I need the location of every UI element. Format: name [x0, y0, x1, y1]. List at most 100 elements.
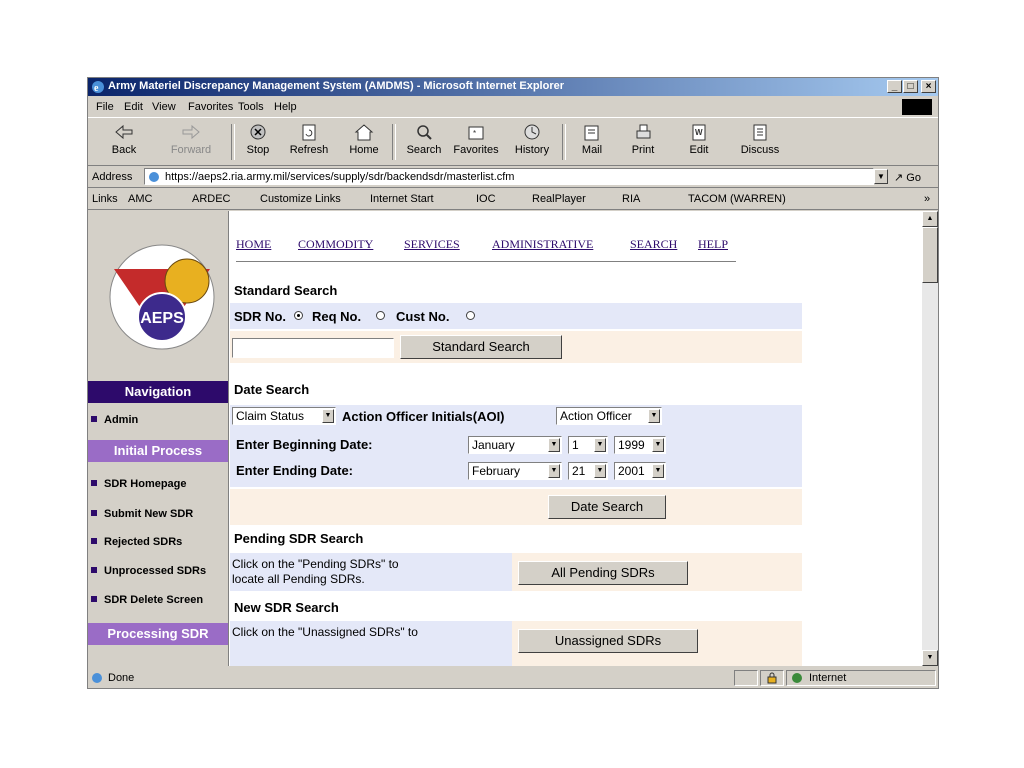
- browser-window: e Army Materiel Discrepancy Management S…: [87, 77, 939, 689]
- date-search-button[interactable]: Date Search: [548, 495, 666, 519]
- pending-search-title: Pending SDR Search: [234, 531, 364, 546]
- all-pending-sdrs-button[interactable]: All Pending SDRs: [518, 561, 688, 585]
- left-navigation-panel: AEPS Navigation Admin Initial Process SD…: [88, 211, 229, 666]
- back-button[interactable]: Back: [106, 122, 142, 156]
- radio-sdr-no[interactable]: [294, 311, 303, 320]
- topnav-help[interactable]: HELP: [698, 237, 728, 252]
- refresh-button[interactable]: Refresh: [286, 122, 332, 156]
- history-button[interactable]: History: [512, 122, 552, 156]
- back-arrow-icon: [115, 124, 133, 140]
- print-button[interactable]: Print: [628, 122, 658, 156]
- menu-file[interactable]: File: [96, 101, 114, 113]
- discuss-button[interactable]: Discuss: [738, 122, 782, 156]
- scroll-thumb[interactable]: [922, 227, 938, 283]
- forward-arrow-icon: [182, 124, 200, 140]
- topnav-administrative[interactable]: ADMINISTRATIVE: [492, 237, 593, 252]
- links-more-icon[interactable]: »: [924, 193, 930, 205]
- radio-cust-no[interactable]: [466, 311, 475, 320]
- svg-text:*: *: [473, 129, 476, 138]
- aoi-label: Action Officer Initials(AOI): [342, 409, 505, 424]
- address-bar: Address https://aeps2.ria.army.mil/servi…: [88, 167, 938, 188]
- zone-panel: Internet: [786, 670, 936, 686]
- forward-button[interactable]: Forward: [166, 122, 216, 156]
- nav-item-sdr-homepage[interactable]: SDR Homepage: [88, 471, 228, 497]
- end-month-select[interactable]: February ▼: [468, 462, 562, 480]
- topnav-search[interactable]: SEARCH: [630, 237, 677, 252]
- link-ria[interactable]: RIA: [622, 193, 640, 205]
- address-label: Address: [92, 171, 133, 183]
- menu-favorites[interactable]: Favorites: [188, 101, 233, 113]
- chevron-down-icon: ▼: [648, 409, 660, 423]
- chevron-down-icon: ▼: [548, 438, 560, 452]
- standard-search-input-row: Standard Search: [230, 331, 802, 363]
- standard-search-input[interactable]: [232, 338, 394, 358]
- menu-help[interactable]: Help: [274, 101, 297, 113]
- vertical-scrollbar[interactable]: ▲ ▼: [922, 211, 938, 666]
- begin-year-select[interactable]: 1999 ▼: [614, 436, 666, 454]
- nav-item-sdr-delete-screen[interactable]: SDR Delete Screen: [88, 587, 228, 613]
- bullet-icon: [91, 480, 97, 486]
- edit-button[interactable]: W Edit: [684, 122, 714, 156]
- menu-tools[interactable]: Tools: [238, 101, 264, 113]
- menu-edit[interactable]: Edit: [124, 101, 143, 113]
- link-ioc[interactable]: IOC: [476, 193, 496, 205]
- nav-item-admin[interactable]: Admin: [88, 407, 228, 433]
- link-amc[interactable]: AMC: [128, 193, 152, 205]
- link-internet-start[interactable]: Internet Start: [370, 193, 434, 205]
- scroll-down-icon[interactable]: ▼: [922, 650, 938, 666]
- action-officer-select[interactable]: Action Officer ▼: [556, 407, 662, 425]
- standard-search-button[interactable]: Standard Search: [400, 335, 562, 359]
- nav-item-submit-new-sdr[interactable]: Submit New SDR: [88, 501, 228, 527]
- scroll-up-icon[interactable]: ▲: [922, 211, 938, 227]
- date-search-button-row: Date Search: [230, 489, 802, 525]
- topnav-commodity[interactable]: COMMODITY: [298, 237, 373, 252]
- status-text: Done: [108, 672, 135, 684]
- home-button[interactable]: Home: [346, 122, 382, 156]
- menu-view[interactable]: View: [152, 101, 176, 113]
- ie-icon: e: [92, 81, 104, 94]
- search-button[interactable]: Search: [404, 122, 444, 156]
- minimize-button[interactable]: _: [887, 80, 902, 93]
- end-year-select[interactable]: 2001 ▼: [614, 462, 666, 480]
- bullet-icon: [91, 567, 97, 573]
- link-customize[interactable]: Customize Links: [260, 193, 341, 205]
- printer-icon: [636, 124, 651, 139]
- pending-description-line1: Click on the "Pending SDRs" to: [232, 557, 399, 571]
- go-button[interactable]: ↗ Go: [894, 171, 921, 184]
- unassigned-sdrs-button[interactable]: Unassigned SDRs: [518, 629, 698, 653]
- begin-month-select[interactable]: January ▼: [468, 436, 562, 454]
- favorites-button[interactable]: * Favorites: [452, 122, 500, 156]
- links-bar: Links AMC ARDEC Customize Links Internet…: [88, 189, 938, 210]
- nav-item-unprocessed-sdrs[interactable]: Unprocessed SDRs: [88, 558, 228, 584]
- globe-icon: [792, 673, 802, 683]
- mail-button[interactable]: Mail: [574, 122, 610, 156]
- toolbar-separator: [392, 124, 396, 160]
- link-ardec[interactable]: ARDEC: [192, 193, 231, 205]
- nav-item-rejected-sdrs[interactable]: Rejected SDRs: [88, 529, 228, 555]
- option-req-label: Req No.: [312, 309, 362, 324]
- stop-button[interactable]: Stop: [240, 122, 276, 156]
- link-realplayer[interactable]: RealPlayer: [532, 193, 586, 205]
- edit-icon: W: [692, 124, 706, 141]
- search-icon: [417, 125, 432, 140]
- topnav-home[interactable]: HOME: [236, 237, 271, 252]
- topnav-services[interactable]: SERVICES: [404, 237, 460, 252]
- toolbar: Back Forward Stop Refresh Home Search * …: [88, 119, 938, 166]
- begin-date-label: Enter Beginning Date:: [236, 437, 373, 452]
- divider: [236, 261, 736, 262]
- radio-req-no[interactable]: [376, 311, 385, 320]
- address-dropdown-icon[interactable]: ▼: [874, 169, 888, 184]
- end-day-select[interactable]: 21 ▼: [568, 462, 608, 480]
- address-input[interactable]: https://aeps2.ria.army.mil/services/supp…: [144, 168, 874, 185]
- svg-text:e: e: [94, 83, 99, 94]
- toolbar-separator: [562, 124, 566, 160]
- ie-page-icon: [149, 172, 159, 182]
- refresh-icon: [302, 124, 316, 141]
- claim-status-select[interactable]: Claim Status ▼: [232, 407, 336, 425]
- close-button[interactable]: ×: [921, 80, 936, 93]
- maximize-button[interactable]: □: [903, 80, 918, 93]
- logo-text: AEPS: [140, 310, 184, 327]
- link-tacom[interactable]: TACOM (WARREN): [688, 193, 786, 205]
- nav-section-processing-sdr: Processing SDR: [88, 623, 228, 645]
- begin-day-select[interactable]: 1 ▼: [568, 436, 608, 454]
